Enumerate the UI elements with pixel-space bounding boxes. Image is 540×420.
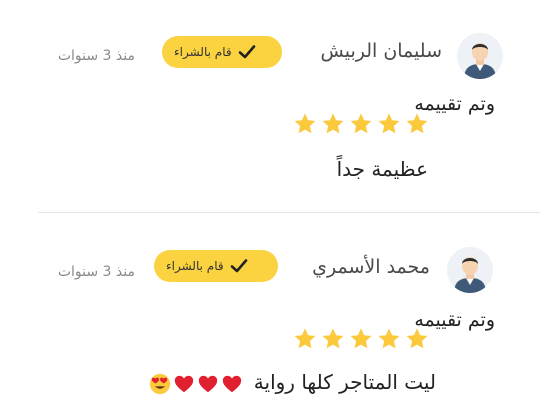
heart-icon (199, 375, 218, 392)
review-card: محمد الأسمري قام بالشراء منذ 3 سنوات وتم… (0, 214, 540, 420)
badge-label: قام بالشراء (174, 45, 232, 59)
star-icon (378, 328, 400, 349)
star-icon (294, 113, 316, 134)
star-icon (350, 328, 372, 349)
heart-icon (223, 375, 242, 392)
star-icon (322, 328, 344, 349)
user-avatar-icon (447, 247, 493, 293)
time-ago: منذ 3 سنوات (57, 48, 135, 64)
avatar[interactable] (447, 247, 493, 293)
reviewer-name[interactable]: سليمان الربيش (320, 40, 442, 62)
star-icon (350, 113, 372, 134)
star-rating (293, 327, 429, 351)
check-icon (230, 259, 247, 273)
purchased-badge: قام بالشراء (154, 250, 278, 282)
emoji-row (149, 373, 243, 395)
heart-icon (175, 375, 194, 392)
user-avatar-icon (457, 33, 503, 79)
review-divider (38, 212, 540, 213)
review-text: ليت المتاجر كلها رواية (149, 370, 436, 395)
badge-label: قام بالشراء (166, 259, 224, 273)
check-icon (238, 45, 255, 59)
purchased-badge: قام بالشراء (162, 36, 282, 68)
star-rating (293, 112, 429, 136)
reviewer-name[interactable]: محمد الأسمري (312, 256, 430, 278)
review-text-body: ليت المتاجر كلها رواية (253, 370, 436, 394)
time-ago: منذ 3 سنوات (57, 264, 135, 280)
heart-eyes-icon (150, 373, 171, 394)
star-icon (378, 113, 400, 134)
star-icon (406, 328, 428, 349)
review-text: عظيمة جداً (336, 157, 428, 181)
avatar[interactable] (457, 33, 503, 79)
review-card: سليمان الربيش قام بالشراء منذ 3 سنوات وت… (0, 0, 540, 212)
star-icon (294, 328, 316, 349)
star-icon (322, 113, 344, 134)
star-icon (406, 113, 428, 134)
